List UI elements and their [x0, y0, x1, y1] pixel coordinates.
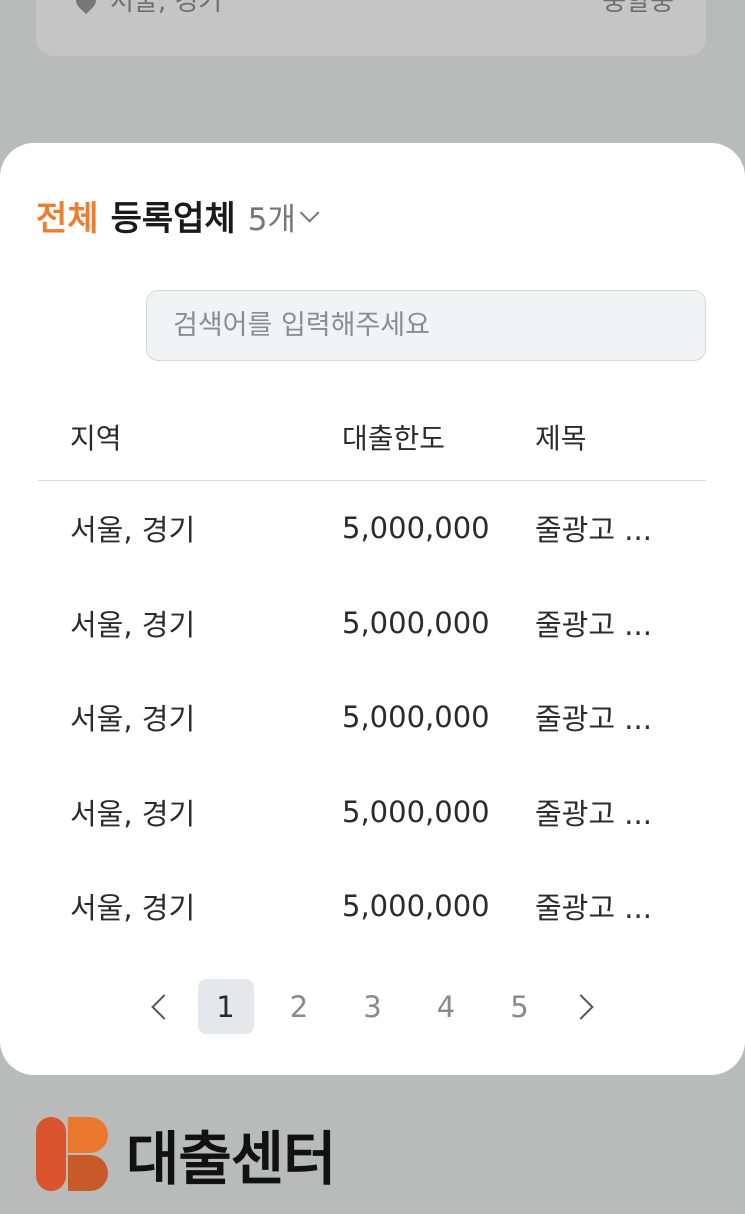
search-input[interactable]	[146, 290, 706, 361]
heading-accent: 전체	[36, 199, 99, 239]
chevron-down-icon	[299, 202, 320, 223]
cell-region: 서울, 경기	[70, 513, 196, 548]
count-dropdown[interactable]: 5개	[247, 194, 320, 239]
column-header-region: 지역	[70, 421, 122, 455]
company-list-sheet: 전체 등록업체 5개 지역 대출한도 제목 서울, 경기 5,000,000 줄…	[0, 143, 745, 1075]
table-row[interactable]: 서울, 경기 5,000,000 줄광고 ...	[38, 765, 706, 860]
page-button-2[interactable]: 2	[271, 979, 327, 1034]
chevron-right-icon	[568, 993, 594, 1020]
background-card-right-text: 중할중	[602, 0, 674, 17]
sheet-heading: 전체 등록업체 5개	[36, 191, 320, 240]
cell-limit: 5,000,000	[342, 794, 490, 829]
next-page-button[interactable]	[565, 979, 605, 1034]
cell-title: 줄광고 ...	[535, 513, 652, 548]
column-header-limit: 대출한도	[342, 421, 446, 455]
chevron-left-icon	[151, 993, 177, 1020]
page-button-3[interactable]: 3	[345, 979, 401, 1034]
table-row[interactable]: 서울, 경기 5,000,000 줄광고 ...	[38, 859, 706, 954]
company-table: 지역 대출한도 제목 서울, 경기 5,000,000 줄광고 ... 서울, …	[38, 393, 706, 954]
table-row[interactable]: 서울, 경기 5,000,000 줄광고 ...	[38, 670, 706, 765]
location-pin-icon	[71, 0, 101, 14]
background-card: 서울, 경기 중할중	[36, 0, 706, 56]
cell-title: 줄광고 ...	[535, 796, 652, 831]
pagination: 1 2 3 4 5	[140, 979, 605, 1034]
cell-title: 줄광고 ...	[535, 702, 652, 737]
table-row[interactable]: 서울, 경기 5,000,000 줄광고 ...	[38, 576, 706, 671]
cell-region: 서울, 경기	[70, 891, 196, 926]
brand-logo-icon	[36, 1117, 108, 1191]
cell-title: 줄광고 ...	[535, 891, 652, 926]
cell-limit: 5,000,000	[342, 511, 490, 546]
table-row[interactable]: 서울, 경기 5,000,000 줄광고 ...	[38, 481, 706, 576]
cell-region: 서울, 경기	[70, 796, 196, 831]
brand-name: 대출센터	[126, 1125, 336, 1193]
column-header-title: 제목	[535, 421, 587, 455]
heading-title: 등록업체	[110, 199, 236, 239]
page-button-1[interactable]: 1	[197, 979, 254, 1034]
footer: 대출센터	[36, 1112, 336, 1196]
page-button-4[interactable]: 4	[418, 979, 474, 1034]
cell-limit: 5,000,000	[342, 605, 490, 640]
cell-title: 줄광고 ...	[535, 607, 652, 642]
cell-limit: 5,000,000	[342, 889, 490, 924]
page-button-5[interactable]: 5	[492, 979, 548, 1034]
prev-page-button[interactable]	[140, 979, 180, 1034]
background-card-location: 서울, 경기	[110, 0, 223, 17]
cell-region: 서울, 경기	[70, 607, 196, 642]
cell-limit: 5,000,000	[342, 700, 490, 735]
cell-region: 서울, 경기	[70, 702, 196, 737]
table-header: 지역 대출한도 제목	[38, 393, 706, 481]
count-label: 5개	[247, 202, 296, 238]
